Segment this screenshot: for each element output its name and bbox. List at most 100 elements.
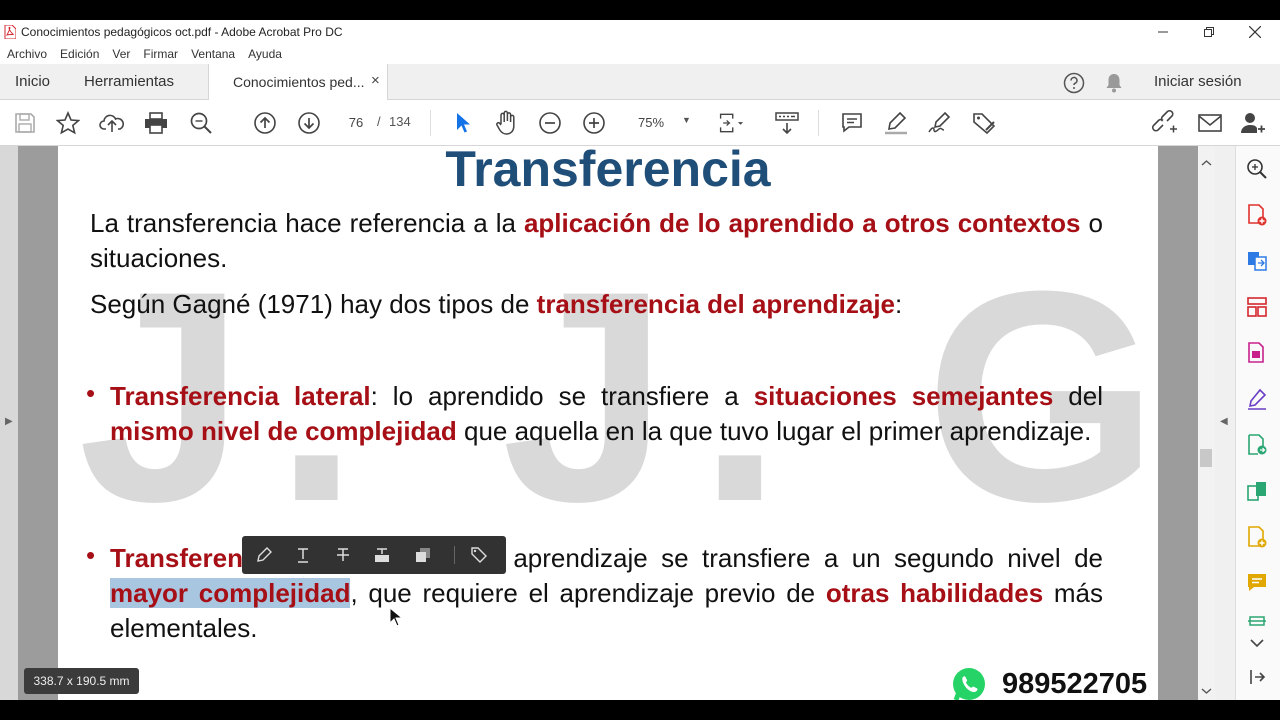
menu-firmar[interactable]: Firmar bbox=[143, 47, 178, 61]
save-icon bbox=[15, 113, 35, 133]
expand-left-panel-icon[interactable]: ▶ bbox=[5, 416, 13, 427]
chevron-down-icon[interactable]: ▼ bbox=[682, 115, 691, 125]
rp-scroll-down-button[interactable] bbox=[1245, 631, 1269, 655]
email-button[interactable] bbox=[1197, 110, 1223, 136]
text-run: del bbox=[1053, 381, 1103, 411]
menu-ayuda[interactable]: Ayuda bbox=[248, 47, 282, 61]
hand-icon bbox=[496, 110, 515, 135]
hand-tool-button[interactable] bbox=[493, 110, 519, 136]
close-window-button[interactable] bbox=[1232, 20, 1278, 44]
slide-title: Transferencia bbox=[445, 146, 771, 197]
text-run: Según Gagné (1971) hay dos tipos de bbox=[90, 289, 537, 319]
text-selection-toolbar bbox=[242, 536, 506, 574]
tab-inicio[interactable]: Inicio bbox=[15, 73, 50, 90]
copy-icon bbox=[416, 548, 430, 562]
text-run: : bbox=[895, 289, 903, 319]
compress-pdf-icon bbox=[1247, 482, 1266, 501]
strikethrough-text-button[interactable] bbox=[333, 545, 353, 565]
text-run: La transferencia hace referencia a la bbox=[90, 208, 524, 238]
selected-text[interactable]: mayor complejidad bbox=[110, 578, 351, 608]
scan-icon bbox=[1248, 616, 1266, 626]
printer-icon bbox=[145, 112, 167, 134]
organize-pages-icon bbox=[1247, 297, 1267, 317]
highlight-text-button[interactable] bbox=[254, 545, 274, 565]
rp-export-pdf-button[interactable] bbox=[1245, 249, 1269, 273]
vertical-scrollbar[interactable] bbox=[1198, 146, 1215, 700]
next-page-button[interactable] bbox=[296, 110, 322, 136]
minimize-button[interactable] bbox=[1140, 20, 1186, 44]
highlighter-pen-icon bbox=[885, 111, 907, 135]
toolbar-divider bbox=[454, 546, 455, 564]
text-run: , que requiere el aprendizaje previo de bbox=[350, 578, 826, 608]
share-link-button[interactable] bbox=[1152, 110, 1178, 136]
highlight-button[interactable] bbox=[883, 110, 909, 136]
zoom-out-button[interactable] bbox=[537, 110, 563, 136]
replace-text-button[interactable] bbox=[372, 545, 392, 565]
help-icon[interactable] bbox=[1063, 72, 1085, 94]
keyboard-scroll-icon bbox=[775, 112, 799, 135]
sign-in-button[interactable]: Iniciar sesión bbox=[1154, 73, 1242, 90]
rp-compress-button[interactable] bbox=[1245, 479, 1269, 503]
page-fit-button[interactable] bbox=[718, 110, 744, 136]
sign-button[interactable] bbox=[927, 110, 953, 136]
emphasis-text: Transferen bbox=[110, 543, 243, 573]
edit-text-button[interactable] bbox=[469, 545, 489, 565]
rp-send-sign-button[interactable] bbox=[1245, 433, 1269, 457]
minimize-icon bbox=[1158, 31, 1168, 33]
menu-ventana[interactable]: Ventana bbox=[191, 47, 235, 61]
search-button[interactable] bbox=[188, 110, 214, 136]
page-separator: / bbox=[377, 114, 381, 129]
scroll-up-icon[interactable] bbox=[1198, 156, 1215, 170]
rp-edit-pdf-button[interactable] bbox=[1245, 341, 1269, 365]
menu-edicion[interactable]: Edición bbox=[60, 47, 99, 61]
scrollbar-thumb[interactable] bbox=[1200, 449, 1212, 467]
zoom-in-button[interactable] bbox=[581, 110, 607, 136]
tab-close-button[interactable]: × bbox=[371, 72, 380, 89]
rp-create-pdf-button[interactable] bbox=[1245, 203, 1269, 227]
tab-document[interactable]: Conocimientos ped... × bbox=[208, 64, 388, 100]
print-button[interactable] bbox=[143, 110, 169, 136]
rp-fill-sign-button[interactable] bbox=[1245, 387, 1269, 411]
restore-button[interactable] bbox=[1186, 20, 1232, 44]
upload-cloud-button[interactable] bbox=[99, 110, 125, 136]
bookmark-button[interactable] bbox=[55, 110, 81, 136]
bullet: • bbox=[86, 378, 96, 408]
notifications-bell-icon[interactable] bbox=[1104, 72, 1124, 94]
rp-collapse-panel-button[interactable] bbox=[1245, 665, 1269, 689]
edit-pdf-icon bbox=[1248, 342, 1264, 363]
collapse-right-panel-icon[interactable]: ◀ bbox=[1220, 416, 1228, 427]
previous-page-button[interactable] bbox=[252, 110, 278, 136]
rp-comment-button[interactable] bbox=[1245, 571, 1269, 595]
bullet-lateral: Transferencia lateral: lo aprendido se t… bbox=[110, 379, 1103, 449]
page-number-input[interactable]: 76 bbox=[338, 111, 374, 135]
menu-archivo[interactable]: Archivo bbox=[7, 47, 47, 61]
scroll-mode-button[interactable] bbox=[774, 110, 800, 136]
save-button[interactable] bbox=[12, 110, 38, 136]
comment-icon bbox=[842, 113, 862, 133]
underline-text-button[interactable] bbox=[293, 545, 313, 565]
cursor-arrow-icon bbox=[457, 113, 470, 133]
rp-organize-pages-button[interactable] bbox=[1245, 295, 1269, 319]
envelope-icon bbox=[1198, 114, 1222, 132]
scroll-down-icon[interactable] bbox=[1198, 684, 1215, 698]
menu-ver[interactable]: Ver bbox=[112, 47, 130, 61]
fill-sign-icon bbox=[1248, 388, 1267, 410]
add-user-button[interactable] bbox=[1240, 110, 1266, 136]
comment-button[interactable] bbox=[839, 110, 865, 136]
edit-tag-icon bbox=[471, 547, 487, 563]
text-run: : lo aprendido se transfiere a bbox=[370, 381, 754, 411]
highlighter-icon bbox=[257, 547, 272, 562]
copy-text-button[interactable] bbox=[413, 545, 433, 565]
bullet: • bbox=[86, 540, 96, 570]
chevron-down-icon bbox=[1250, 639, 1264, 648]
document-background bbox=[18, 146, 58, 700]
collapse-panel-icon bbox=[1250, 670, 1266, 684]
edit-button[interactable] bbox=[971, 110, 997, 136]
rp-rich-media-button[interactable] bbox=[1245, 525, 1269, 549]
rp-search-button[interactable] bbox=[1245, 157, 1269, 181]
tab-herramientas[interactable]: Herramientas bbox=[84, 73, 174, 90]
whatsapp-icon bbox=[953, 668, 985, 701]
window-title: Conocimientos pedagógicos oct.pdf - Adob… bbox=[21, 25, 343, 39]
create-pdf-icon bbox=[1248, 204, 1267, 226]
select-tool-button[interactable] bbox=[449, 110, 475, 136]
